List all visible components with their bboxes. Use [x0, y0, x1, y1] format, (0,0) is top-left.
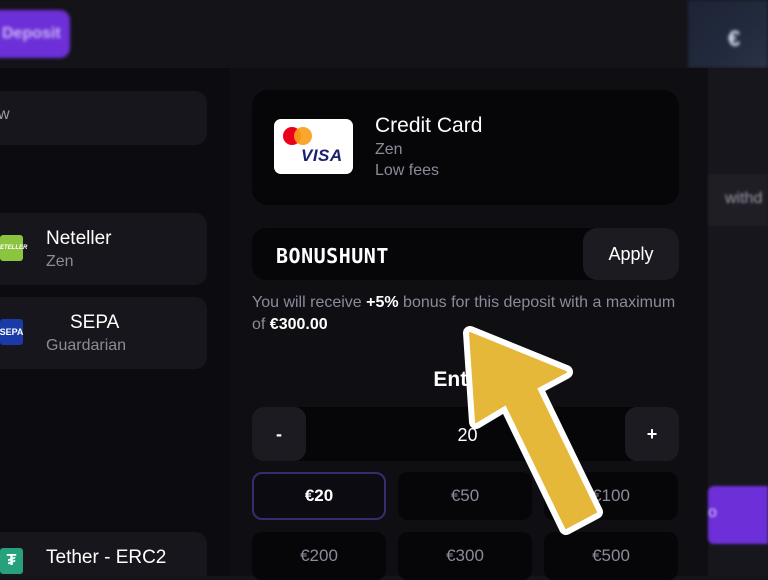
preset-amount-50[interactable]: €50	[398, 472, 532, 520]
method-name: Neteller	[46, 228, 112, 249]
amount-input[interactable]	[312, 407, 623, 463]
method-name: Tether - ERC2	[46, 547, 167, 568]
promo-code-field[interactable]: BONUSHUNT Apply	[252, 228, 679, 280]
withdraw-tab[interactable]: withd	[708, 174, 768, 226]
tether-logo-icon: ₮	[0, 548, 23, 574]
bonus-info-text: You will receive +5% bonus for this depo…	[252, 294, 676, 333]
promo-banner[interactable]: €	[688, 0, 768, 68]
preset-amount-300[interactable]: €300	[398, 532, 532, 580]
selected-method-fee-note: Low fees	[375, 162, 440, 179]
method-item-tether[interactable]: ₮ Tether - ERC2	[0, 532, 207, 576]
enter-amount-title: Enter a	[433, 368, 505, 391]
promo-banner-text: €	[728, 26, 741, 51]
payment-method-list: w NETELLER Neteller Zen SEPA SEPA Guarda…	[0, 68, 230, 576]
bonus-max-amount: €300.00	[269, 316, 328, 333]
preset-amount-20[interactable]: €20	[252, 472, 386, 520]
method-provider: Guardarian	[46, 337, 127, 354]
method-name: SEPA	[70, 312, 120, 333]
bonus-percent: +5%	[366, 294, 399, 311]
method-item-sepa[interactable]: SEPA SEPA Guardarian	[0, 297, 207, 369]
amount-stepper: - +	[252, 407, 679, 463]
preset-amount-200[interactable]: €200	[252, 532, 386, 580]
selected-method-card[interactable]: VISA Credit Card Zen Low fees	[252, 90, 679, 205]
selected-method-provider: Zen	[375, 141, 403, 158]
selected-method-title: Credit Card	[375, 114, 483, 137]
method-provider: Zen	[46, 253, 74, 270]
apply-promo-button[interactable]: Apply	[583, 228, 679, 280]
confirm-button-partial[interactable]: o	[708, 486, 768, 544]
mastercard-visa-logo-icon: VISA	[274, 119, 353, 174]
preset-amount-500[interactable]: €500	[544, 532, 678, 580]
sepa-logo-icon: SEPA	[0, 319, 23, 345]
deposit-panel: VISA Credit Card Zen Low fees BONUSHUNT …	[230, 68, 708, 580]
decrease-amount-button[interactable]: -	[252, 407, 306, 461]
neteller-logo-icon: NETELLER	[0, 235, 27, 261]
search-placeholder: w	[0, 106, 10, 123]
promo-code-value[interactable]: BONUSHUNT	[276, 244, 389, 268]
top-bar: Deposit €	[0, 0, 768, 68]
increase-amount-button[interactable]: +	[625, 407, 679, 461]
right-background-panel: withd o	[708, 68, 768, 576]
deposit-button[interactable]: Deposit	[0, 10, 70, 58]
method-search-field[interactable]: w	[0, 91, 207, 145]
method-item-neteller[interactable]: NETELLER Neteller Zen	[0, 213, 207, 285]
preset-amount-100[interactable]: €100	[544, 472, 678, 520]
